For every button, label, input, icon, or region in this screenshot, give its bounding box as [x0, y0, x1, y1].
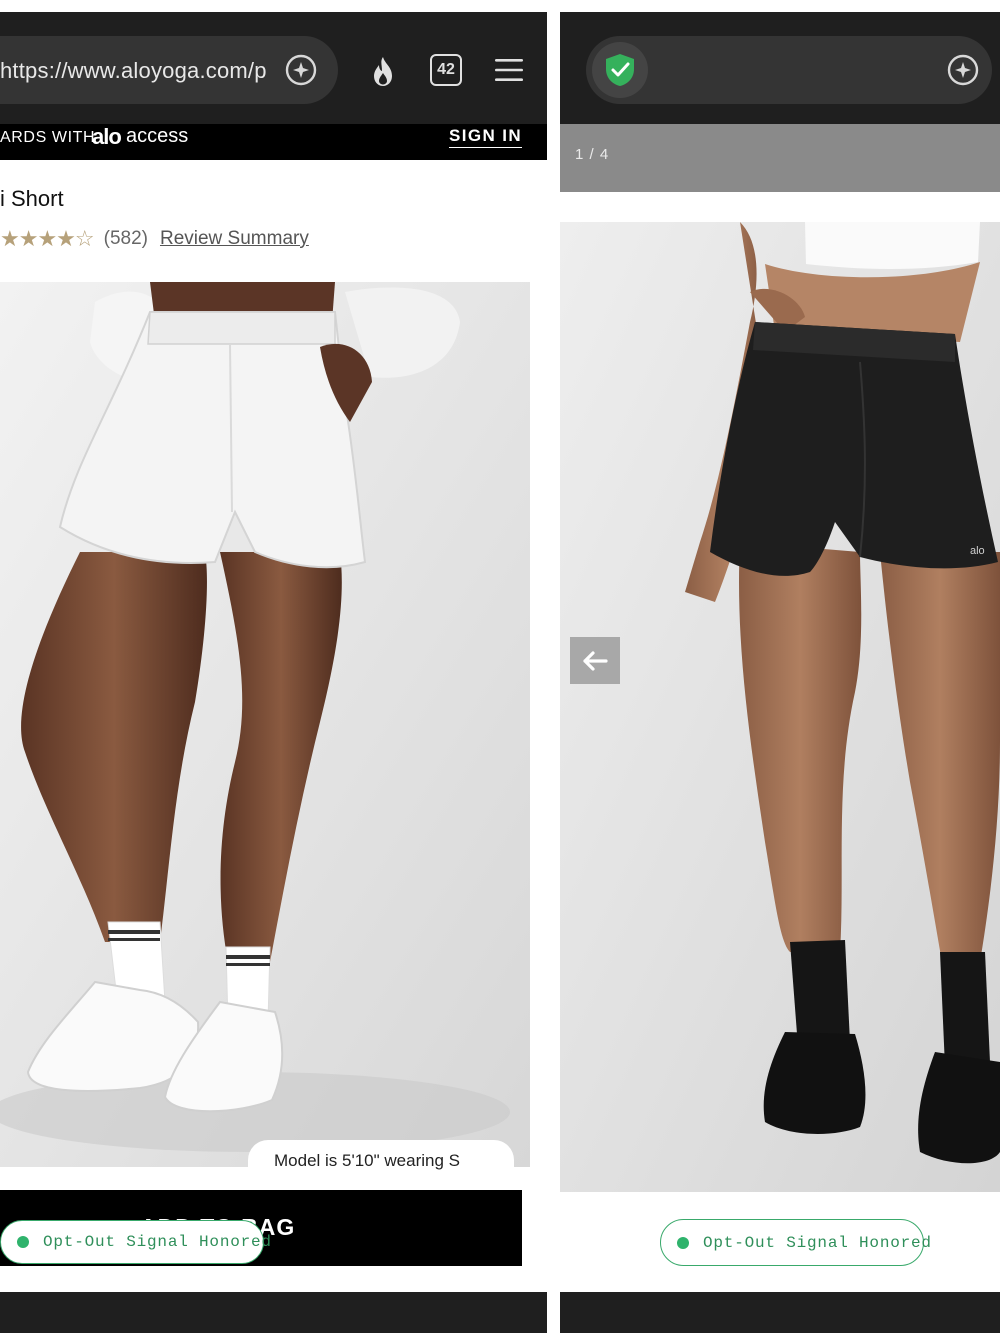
sign-in-link[interactable]: SIGN IN — [449, 126, 523, 148]
panel-divider — [547, 0, 560, 1333]
shield-check-icon[interactable] — [592, 42, 648, 98]
product-image-white-shorts[interactable] — [0, 282, 530, 1167]
product-image-black-shorts[interactable]: alo — [560, 222, 1000, 1192]
opt-out-label: Opt-Out Signal Honored — [703, 1233, 932, 1252]
sparkle-icon[interactable] — [284, 53, 318, 87]
arrow-left-icon — [583, 650, 608, 671]
alo-access-label: access — [126, 125, 189, 147]
status-dot-icon — [17, 1236, 29, 1248]
review-count: (582) — [103, 228, 148, 249]
sparkle-icon[interactable] — [946, 53, 980, 87]
opt-out-label: Opt-Out Signal Honored — [43, 1233, 272, 1251]
previous-image-button[interactable] — [570, 637, 620, 684]
browser-toolbar — [560, 12, 1000, 124]
right-browser-panel: 1 / 4 alo Opt-Out Signal Honored — [560, 0, 1000, 1333]
flame-icon[interactable] — [366, 54, 400, 88]
star-rating-icon: ★★★★☆ — [0, 226, 95, 251]
alo-logo: alo — [92, 124, 122, 149]
model-size-note: Model is 5'10" wearing S — [248, 1140, 514, 1180]
rewards-promo-bar: ARDS WITH alo access SIGN IN — [0, 124, 547, 160]
opt-out-signal-badge: Opt-Out Signal Honored — [660, 1219, 931, 1266]
url-bar[interactable]: https://www.aloyoga.com/p — [0, 36, 338, 104]
browser-toolbar: https://www.aloyoga.com/p 42 — [0, 12, 547, 124]
tab-count: 42 — [437, 61, 455, 78]
product-rating: ★★★★☆ (582) Review Summary — [0, 226, 309, 252]
svg-text:alo: alo — [970, 545, 985, 557]
url-bar[interactable] — [586, 36, 992, 104]
review-summary-link[interactable]: Review Summary — [160, 228, 309, 250]
left-browser-panel: https://www.aloyoga.com/p 42 ARDS WITH a… — [0, 0, 547, 1333]
opt-out-signal-badge: Opt-Out Signal Honored — [0, 1220, 271, 1264]
product-title: i Short — [0, 186, 64, 211]
tab-count-icon[interactable]: 42 — [430, 54, 462, 86]
promo-text: ARDS WITH — [0, 129, 96, 146]
browser-bottom-nav — [560, 1292, 1000, 1333]
gallery-counter: 1 / 4 — [575, 146, 610, 163]
gallery-header: 1 / 4 — [560, 124, 1000, 192]
url-text[interactable]: https://www.aloyoga.com/p — [0, 58, 267, 84]
status-dot-icon — [677, 1236, 689, 1249]
hamburger-menu-icon[interactable] — [494, 56, 524, 84]
browser-bottom-nav — [0, 1292, 547, 1333]
